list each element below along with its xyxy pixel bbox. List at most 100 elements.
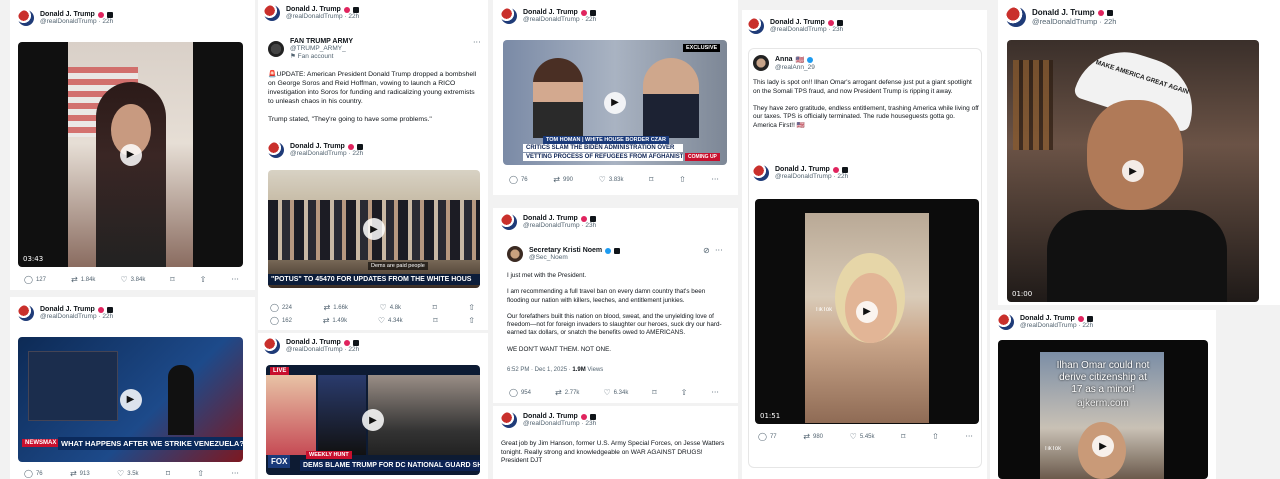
avatar[interactable] (501, 412, 517, 428)
avatar[interactable] (264, 338, 280, 354)
video-player[interactable]: MAKE AMERICA GREAT AGAIN ▶ 01:00 (1007, 40, 1259, 302)
bookmark-button[interactable]: ⌑ (901, 432, 905, 441)
share-button[interactable]: ⇧ (679, 175, 686, 184)
repost-button[interactable]: ⇄ 1.84k (71, 275, 95, 284)
share-button[interactable]: ⇧ (200, 275, 207, 284)
quote-author-handle[interactable]: @realAnn_29 (775, 64, 815, 71)
author-handle[interactable]: @realDonaldTrump (290, 150, 347, 157)
repost-button[interactable]: ⇄ 1.66k (324, 303, 348, 312)
author-name[interactable]: Donald J. Trump (40, 306, 95, 313)
like-button[interactable]: ♡ 3.83k (599, 175, 624, 184)
like-button[interactable]: ♡ 3.5k (117, 469, 139, 478)
author-handle[interactable]: @realDonaldTrump (523, 420, 580, 427)
bookmark-button[interactable]: ⌑ (170, 275, 174, 284)
author-name[interactable]: Donald J. Trump (775, 166, 830, 173)
repost-button[interactable]: ⇄ 1.49k (323, 316, 347, 325)
share-button[interactable]: ⇧ (197, 469, 204, 478)
reply-button[interactable]: ◯ 76 (509, 175, 528, 184)
author-name[interactable]: Donald J. Trump (523, 215, 578, 222)
author-handle[interactable]: @realDonaldTrump (1020, 322, 1077, 329)
author-handle[interactable]: @realDonaldTrump (286, 13, 343, 20)
avatar[interactable] (18, 305, 34, 321)
more-button[interactable]: ··· (711, 175, 719, 184)
like-button[interactable]: ♡ 6.34k (603, 388, 628, 397)
play-icon[interactable]: ▶ (1122, 160, 1144, 182)
video-player[interactable]: ▶ 03:43 (18, 42, 243, 267)
reply-button[interactable]: ◯ 77 (758, 432, 777, 441)
more-icon[interactable]: ··· (715, 246, 723, 255)
play-icon[interactable]: ▶ (362, 409, 384, 431)
video-player[interactable]: Ilhan Omar could not derive citizenship … (998, 340, 1208, 479)
author-handle[interactable]: @realDonaldTrump (40, 313, 97, 320)
like-button[interactable]: ♡ 4.8k (380, 303, 402, 312)
bookmark-button[interactable]: ⌑ (652, 388, 656, 397)
video-player[interactable]: LIVE ▶ WEEKLY HUNT FOX DEMS BLAME TRUMP … (266, 365, 480, 475)
avatar[interactable] (18, 10, 34, 26)
share-button[interactable]: ⇧ (932, 432, 939, 441)
avatar[interactable] (501, 214, 517, 230)
quote-author-name[interactable]: Secretary Kristi Noem (529, 247, 602, 254)
repost-button[interactable]: ⇄ 990 (553, 175, 573, 184)
more-icon[interactable]: ··· (473, 38, 481, 47)
play-icon[interactable]: ▶ (119, 143, 142, 166)
avatar[interactable] (1006, 7, 1026, 27)
repost-button[interactable]: ⇄ 980 (803, 432, 823, 441)
reply-button[interactable]: ◯ 162 (270, 316, 292, 325)
bookmark-button[interactable]: ⌑ (649, 175, 653, 184)
author-name[interactable]: Donald J. Trump (523, 413, 578, 420)
author-name[interactable]: Donald J. Trump (523, 9, 578, 16)
avatar[interactable] (753, 165, 769, 181)
more-button[interactable]: ··· (711, 388, 719, 397)
play-icon[interactable]: ▶ (604, 91, 626, 114)
author-handle[interactable]: @realDonaldTrump (523, 16, 580, 23)
quoted-post[interactable]: FAN TRUMP ARMY @TRUMP_ARMY_ ⚑ Fan accoun… (262, 32, 484, 330)
author-name[interactable]: Donald J. Trump (1032, 8, 1095, 17)
reply-button[interactable]: ◯ 224 (270, 303, 292, 312)
author-handle[interactable]: @realDonaldTrump (40, 18, 97, 25)
avatar[interactable] (998, 314, 1014, 330)
video-player[interactable]: ▶ Dems are paid people "POTUS" TO 45470 … (268, 170, 480, 288)
share-button[interactable]: ⇧ (468, 316, 475, 325)
like-button[interactable]: ♡ 4.34k (378, 316, 403, 325)
author-name[interactable]: Donald J. Trump (770, 19, 825, 26)
quote-author-name[interactable]: Anna (775, 56, 793, 63)
quote-author-handle[interactable]: @Sec_Noem (529, 254, 620, 261)
quoted-post[interactable]: Secretary Kristi Noem @Sec_Noem ⊘ ··· I … (503, 242, 729, 377)
bookmark-button[interactable]: ⌑ (433, 303, 437, 312)
bookmark-button[interactable]: ⌑ (433, 316, 437, 325)
repost-button[interactable]: ⇄ 2.77k (555, 388, 579, 397)
video-player[interactable]: TikTok ▶ 01:51 (755, 199, 979, 424)
like-button[interactable]: ♡ 5.45k (850, 432, 875, 441)
share-button[interactable]: ⇧ (468, 303, 475, 312)
quoted-post[interactable]: Anna 🇺🇸 @realAnn_29 This lady is spot on!… (748, 48, 982, 468)
author-handle[interactable]: @realDonaldTrump (770, 26, 827, 33)
author-handle[interactable]: @realDonaldTrump (523, 222, 580, 229)
play-icon[interactable]: ▶ (856, 300, 878, 323)
author-name[interactable]: Donald J. Trump (290, 143, 345, 150)
reply-button[interactable]: ◯ 76 (24, 469, 43, 478)
more-button[interactable]: ··· (231, 469, 239, 478)
author-name[interactable]: Donald J. Trump (286, 6, 341, 13)
avatar[interactable] (507, 246, 523, 262)
reply-button[interactable]: ◯ 954 (509, 388, 531, 397)
author-handle[interactable]: @realDonaldTrump (775, 173, 832, 180)
video-player[interactable]: ▶ NEWSMAX WHAT HAPPENS AFTER WE STRIKE V… (18, 337, 243, 462)
more-button[interactable]: ··· (231, 275, 239, 284)
avatar[interactable] (268, 41, 284, 57)
author-name[interactable]: Donald J. Trump (1020, 315, 1075, 322)
play-icon[interactable]: ▶ (363, 218, 385, 240)
repost-button[interactable]: ⇄ 913 (70, 469, 90, 478)
avatar[interactable] (748, 18, 764, 34)
like-button[interactable]: ♡ 3.84k (120, 275, 145, 284)
reply-button[interactable]: ◯ 127 (24, 275, 46, 284)
author-name[interactable]: Donald J. Trump (286, 339, 341, 346)
quote-author-handle[interactable]: @TRUMP_ARMY_ (290, 45, 353, 52)
bookmark-button[interactable]: ⌑ (166, 469, 170, 478)
video-player[interactable]: EXCLUSIVE ▶ TOM HOMAN | WHITE HOUSE BORD… (503, 40, 727, 165)
avatar[interactable] (753, 55, 769, 71)
quote-author-name[interactable]: FAN TRUMP ARMY (290, 38, 353, 45)
author-handle[interactable]: @realDonaldTrump (1032, 17, 1097, 26)
author-handle[interactable]: @realDonaldTrump (286, 346, 343, 353)
author-name[interactable]: Donald J. Trump (40, 11, 95, 18)
play-icon[interactable]: ▶ (119, 388, 142, 411)
